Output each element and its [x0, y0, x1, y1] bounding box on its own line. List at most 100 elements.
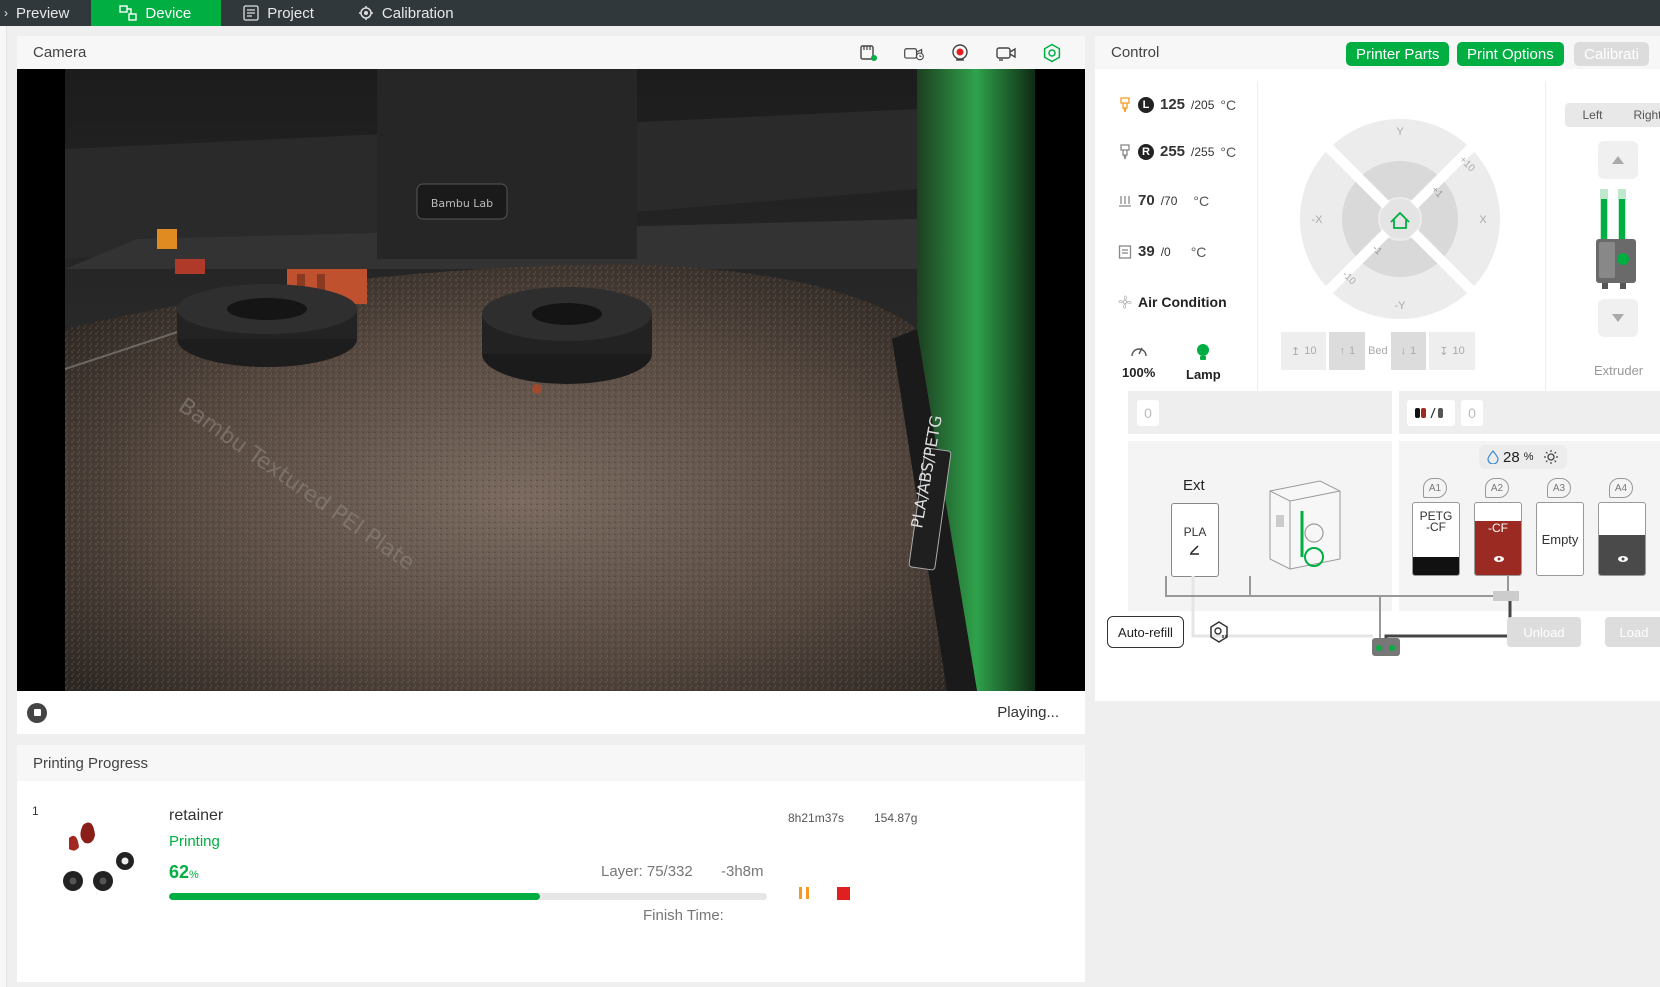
print-options-button[interactable]: Print Options: [1457, 42, 1564, 66]
stop-print-button[interactable]: [837, 887, 850, 900]
progress-title: Printing Progress: [33, 754, 149, 772]
lamp-control[interactable]: Lamp: [1186, 343, 1221, 382]
auto-refill-button[interactable]: Auto-refill: [1107, 616, 1184, 648]
camera-feed-image: Bambu Lab Bambu Textured PEI Plate PLA/A…: [17, 69, 1085, 691]
job-status: Printing: [169, 833, 220, 850]
load-button[interactable]: Load: [1605, 617, 1660, 647]
bed-label: Bed: [1368, 345, 1388, 357]
progress-bar-fill: [169, 893, 540, 900]
ams-unit-selector[interactable]: [1407, 400, 1455, 426]
ams-tray-a4[interactable]: [1598, 502, 1646, 576]
external-slot-bar: 0: [1128, 391, 1392, 434]
right-nozzle-target: /255: [1191, 144, 1215, 159]
pause-icon-bar: [799, 887, 802, 899]
extruder-panel: Left Right Extruder: [1545, 81, 1660, 399]
camera-panel: Camera Bambu Lab Bambu Textured PEI Plat…: [17, 36, 1085, 734]
stream-status: Playing...: [997, 704, 1059, 721]
chamber-temp[interactable]: 39 /0 °C: [1118, 243, 1206, 260]
camera-header: Camera: [17, 36, 1085, 69]
triangle-down-icon: [1612, 314, 1624, 322]
ams-humidity[interactable]: 28%: [1479, 445, 1568, 469]
lamp-icon: [1197, 344, 1210, 360]
pause-icon-bar: [806, 887, 809, 899]
air-condition-label: Air Condition: [1138, 294, 1227, 310]
plate-index: 1: [32, 804, 39, 818]
bed-down-10-button[interactable]: ↧ 10: [1429, 332, 1475, 370]
record-icon[interactable]: [949, 43, 971, 62]
tray-id-a2: A2: [1485, 478, 1509, 498]
jog-x-pos: X: [1479, 214, 1487, 226]
left-nozzle-unit: °C: [1220, 96, 1237, 113]
calibration-button[interactable]: Calibrati: [1574, 42, 1650, 66]
sd-card-icon[interactable]: [857, 44, 879, 62]
humidity-drop-icon: [1487, 450, 1499, 464]
printer-illustration: [1269, 480, 1341, 570]
bed-up-10-button[interactable]: ↥ 10: [1281, 332, 1327, 370]
extruder-left-right-toggle[interactable]: Left Right: [1565, 103, 1660, 127]
eye-icon: [1494, 556, 1504, 562]
ext-label: Ext: [1183, 477, 1205, 494]
bed-target: /70: [1160, 193, 1178, 208]
unload-button[interactable]: Unload: [1507, 617, 1581, 647]
temperature-panel: L 125 /205 °C R 255 /255 °C 70 /70 °C 39…: [1104, 81, 1258, 399]
pause-button[interactable]: [794, 883, 814, 903]
camera-toolbar: [857, 43, 1063, 62]
air-condition-row[interactable]: Air Condition: [1118, 294, 1227, 310]
chamber-current: 39: [1138, 243, 1155, 260]
svg-text:Bambu Lab: Bambu Lab: [431, 197, 493, 210]
control-panel: Control Printer Parts Print Options Cali…: [1095, 36, 1660, 701]
lamp-label: Lamp: [1186, 367, 1221, 382]
nozzle-icon: [1120, 143, 1130, 159]
video-camera-icon[interactable]: [995, 44, 1017, 62]
tab-calibration[interactable]: Calibration: [336, 0, 476, 26]
tab-project[interactable]: Project: [221, 0, 336, 26]
extruder-label: Extruder: [1594, 363, 1644, 378]
tab-preview[interactable]: › Preview: [0, 0, 91, 26]
bed-up-1-button[interactable]: ↑ 1: [1329, 332, 1366, 370]
bed-heat-icon: [1119, 195, 1131, 207]
ams-tray-a2[interactable]: -CF: [1474, 502, 1522, 576]
tray-id-a4: A4: [1609, 478, 1633, 498]
ams-tray-a3[interactable]: Empty: [1536, 502, 1584, 576]
left-nozzle-current: 125: [1160, 96, 1186, 113]
camera-feed: Bambu Lab Bambu Textured PEI Plate PLA/A…: [17, 69, 1085, 691]
jog-y-neg: -Y: [1395, 300, 1407, 312]
progress-header: Printing Progress: [17, 745, 1085, 781]
tab-device-label: Device: [145, 4, 192, 22]
speed-gauge-icon: [1130, 347, 1147, 357]
printer-parts-button[interactable]: Printer Parts: [1346, 42, 1450, 66]
bed-down-1-button[interactable]: ↓ 1: [1390, 332, 1427, 370]
tab-device[interactable]: Device: [91, 0, 222, 26]
chamber-target: /0: [1160, 244, 1171, 259]
arrow-down-icon: ↓: [1400, 345, 1407, 357]
right-nozzle-temp[interactable]: R 255 /255 °C: [1118, 143, 1236, 160]
extruder-left-option[interactable]: Left: [1565, 108, 1620, 122]
bed-current: 70: [1138, 192, 1155, 209]
extruder-down-button[interactable]: [1598, 299, 1638, 337]
extruder-diagram: [1596, 189, 1636, 289]
external-spool[interactable]: PLA: [1171, 503, 1219, 577]
job-print-time: 8h21m37s: [788, 811, 845, 825]
speed-control[interactable]: 100%: [1122, 343, 1155, 380]
ams-tray-a1[interactable]: PETG -CF: [1412, 502, 1460, 576]
ams-settings-icon[interactable]: [1207, 620, 1231, 644]
extruder-right-option[interactable]: Right: [1620, 108, 1660, 122]
xy-jog-wheel[interactable]: Y -Y X -X +10 +1 -1 -10: [1295, 114, 1505, 324]
humidity-sign: %: [1523, 451, 1534, 463]
job-thumbnail: [63, 822, 134, 891]
job-layer: Layer: 75/332: [601, 863, 693, 880]
printing-progress-panel: Printing Progress 1 retainer Printing 62…: [17, 745, 1085, 982]
tray-id-a3: A3: [1547, 478, 1571, 498]
left-nozzle-temp[interactable]: L 125 /205 °C: [1118, 96, 1236, 113]
ams-slot-number[interactable]: 0: [1461, 400, 1483, 426]
extruder-up-button[interactable]: [1598, 141, 1638, 179]
timelapse-icon[interactable]: [903, 44, 925, 62]
stop-stream-button[interactable]: [27, 702, 47, 723]
external-slot-number[interactable]: 0: [1137, 400, 1159, 426]
arrow-up-icon: ↥: [1291, 345, 1301, 358]
right-nozzle-tag: R: [1138, 143, 1154, 160]
camera-settings-icon[interactable]: [1041, 43, 1063, 62]
arrow-down-icon: ↧: [1439, 345, 1449, 358]
bed-temp[interactable]: 70 /70 °C: [1118, 192, 1209, 209]
speed-value: 100%: [1122, 365, 1156, 380]
